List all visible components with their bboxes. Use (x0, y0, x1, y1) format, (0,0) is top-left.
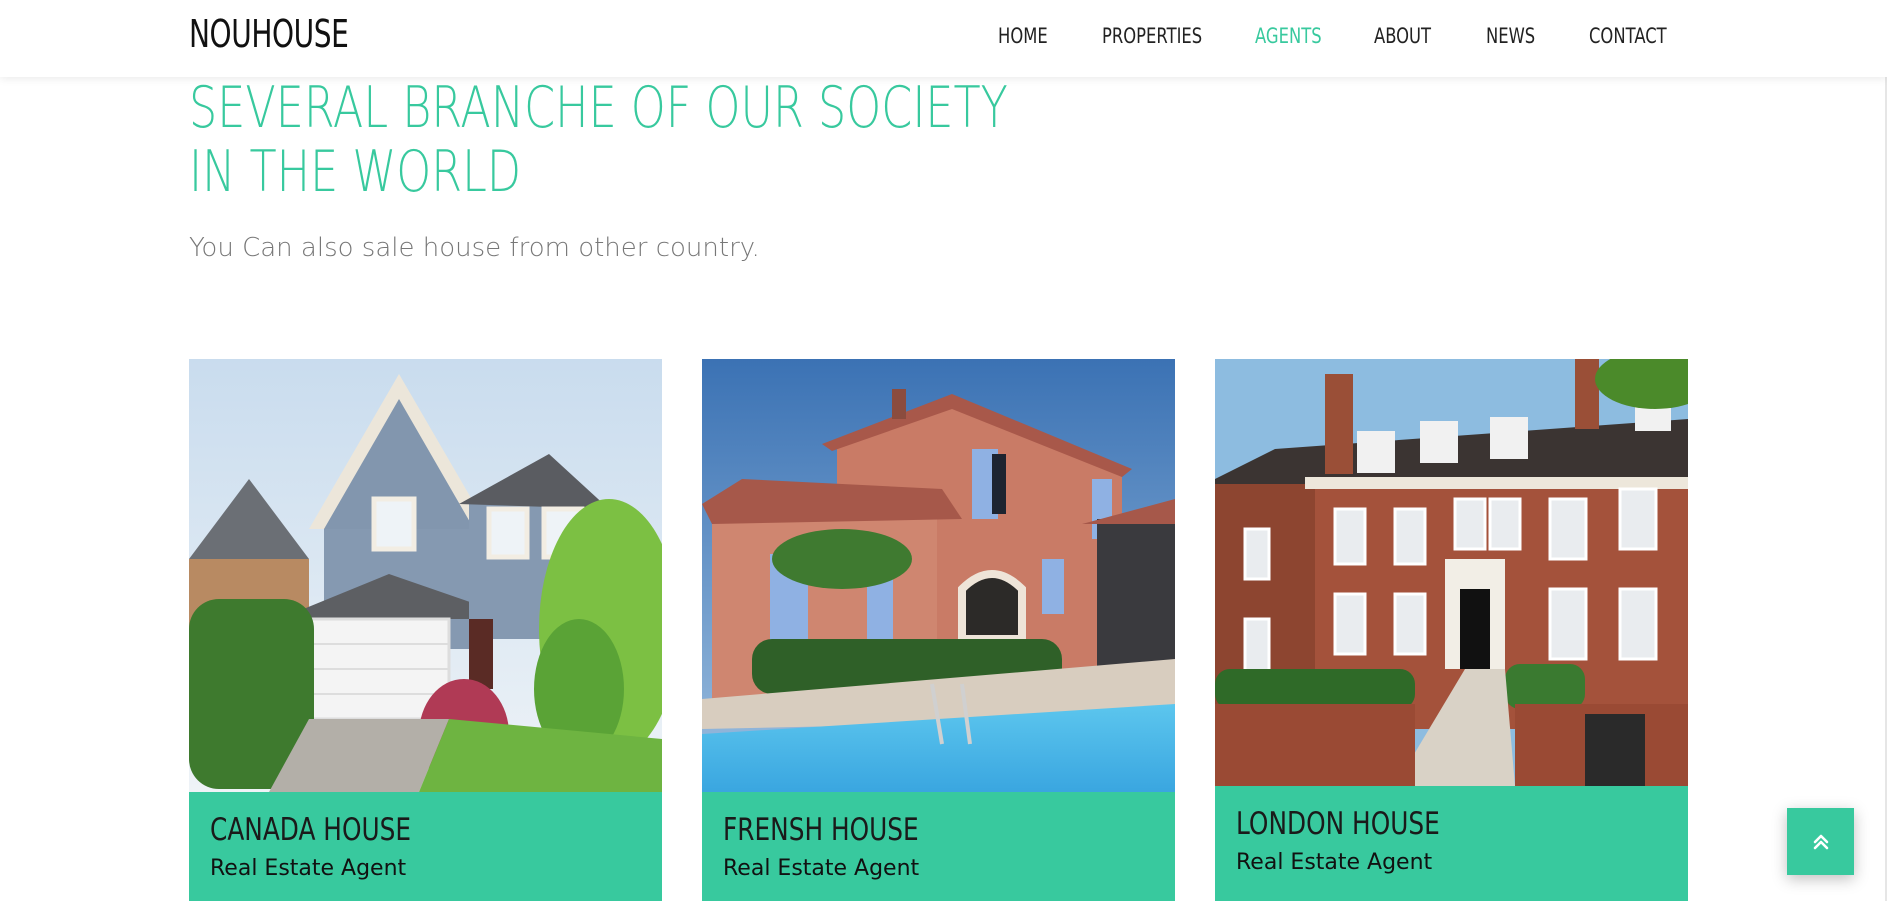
branch-card-french[interactable]: FRENSH HOUSE Real Estate Agent (702, 359, 1175, 901)
nav-properties[interactable]: PROPERTIES (1102, 24, 1202, 48)
site-header: NOUHOUSE HOME PROPERTIES AGENTS ABOUT NE… (0, 0, 1887, 77)
card-caption: CANADA HOUSE Real Estate Agent (189, 792, 662, 901)
card-title: FRENSH HOUSE (723, 812, 919, 848)
card-role: Real Estate Agent (1236, 850, 1433, 875)
branch-card-london[interactable]: LONDON HOUSE Real Estate Agent (1215, 359, 1688, 901)
card-role: Real Estate Agent (210, 856, 407, 881)
back-to-top-button[interactable] (1787, 808, 1854, 875)
nav-about[interactable]: ABOUT (1374, 24, 1431, 48)
page-title: SEVERAL BRANCHE OF OUR SOCIETY IN THE WO… (189, 75, 1008, 205)
card-role: Real Estate Agent (723, 856, 920, 881)
card-title: CANADA HOUSE (210, 812, 412, 848)
site-logo[interactable]: NOUHOUSE (189, 12, 349, 56)
london-house-photo (1215, 359, 1688, 786)
nav-agents[interactable]: AGENTS (1255, 24, 1322, 48)
canada-house-photo (189, 359, 662, 792)
branch-card-canada[interactable]: CANADA HOUSE Real Estate Agent (189, 359, 662, 901)
page-subtitle: You Can also sale house from other count… (189, 233, 760, 263)
double-chevron-up-icon (1813, 834, 1828, 849)
card-caption: LONDON HOUSE Real Estate Agent (1215, 786, 1688, 901)
card-caption: FRENSH HOUSE Real Estate Agent (702, 792, 1175, 901)
nav-home[interactable]: HOME (998, 24, 1048, 48)
nav-news[interactable]: NEWS (1486, 24, 1535, 48)
french-house-photo (702, 359, 1175, 792)
nav-contact[interactable]: CONTACT (1589, 24, 1667, 48)
card-title: LONDON HOUSE (1236, 806, 1440, 842)
